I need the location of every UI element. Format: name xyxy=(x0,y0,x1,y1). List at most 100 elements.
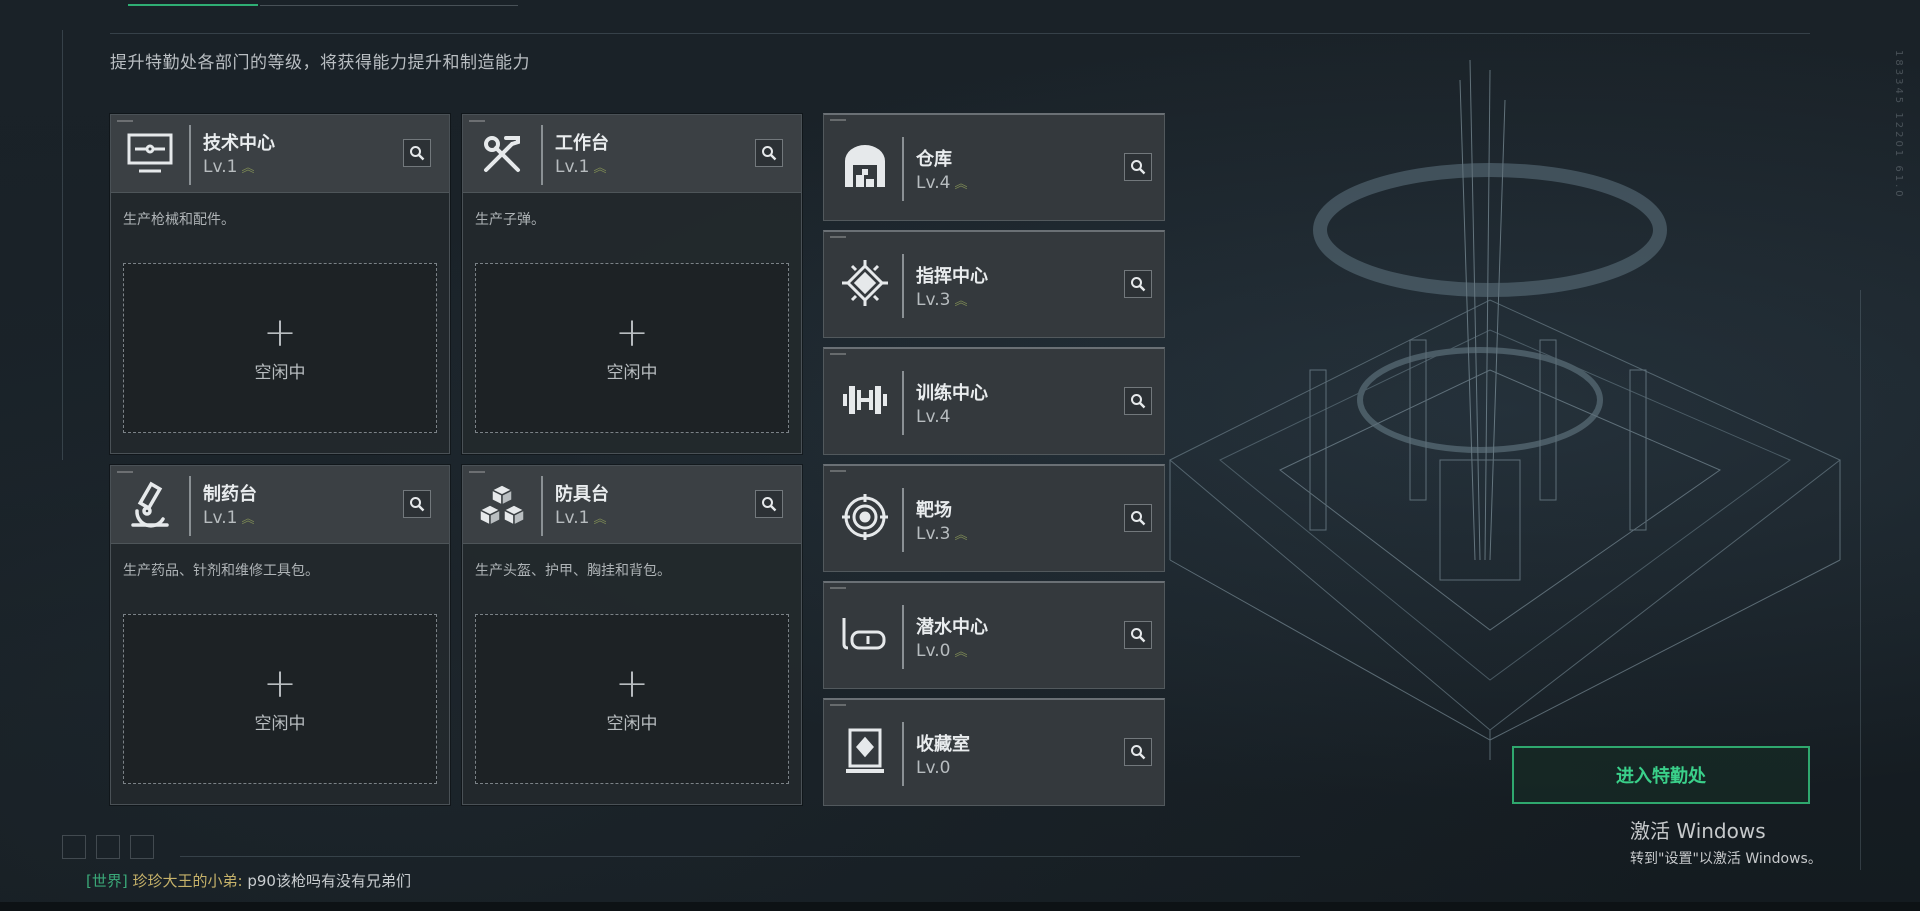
upgrade-chevron-icon: ︽ xyxy=(593,512,606,527)
card-name: 制药台 xyxy=(203,484,257,505)
chat-message[interactable]: [世界] 珍珍大王的小弟: p90该枪吗有没有兄弟们 xyxy=(86,870,411,891)
facility-training-center[interactable]: 训练中心 Lv.4 xyxy=(823,347,1165,455)
windows-activation-watermark: 激活 Windows 转到"设置"以激活 Windows。 xyxy=(1630,815,1822,868)
frame-bottom-line xyxy=(180,856,1300,857)
slot-status: 空闲中 xyxy=(254,362,306,383)
card-level: Lv.1 ︽ xyxy=(555,157,606,177)
facility-command-center[interactable]: 指挥中心 Lv.3 ︽ xyxy=(823,230,1165,338)
search-button[interactable] xyxy=(755,490,783,518)
search-button[interactable] xyxy=(1124,270,1152,298)
header-divider xyxy=(902,137,904,201)
search-icon xyxy=(1131,628,1146,643)
card-level: Lv.1 ︽ xyxy=(203,508,254,528)
card-name: 防具台 xyxy=(555,484,609,505)
card-description: 生产药品、针剂和维修工具包。 xyxy=(123,563,319,579)
facility-level: Lv.0 xyxy=(916,758,951,778)
card-name: 工作台 xyxy=(555,133,609,154)
search-button[interactable] xyxy=(1124,738,1152,766)
search-icon xyxy=(1131,745,1146,760)
enter-special-ops-button[interactable]: 进入特勤处 xyxy=(1512,746,1810,804)
header-divider xyxy=(189,125,191,185)
search-button[interactable] xyxy=(1124,504,1152,532)
diving-mask-icon xyxy=(838,607,892,661)
search-button[interactable] xyxy=(755,139,783,167)
display-case-icon xyxy=(838,724,892,778)
side-decoration-text: 183345 12201 61.0 xyxy=(1893,50,1904,200)
page-subtitle: 提升特勤处各部门的等级，将获得能力提升和制造能力 xyxy=(110,53,530,73)
upgrade-chevron-icon: ︽ xyxy=(241,512,254,527)
upgrade-chevron-icon: ︽ xyxy=(954,294,967,309)
card-workbench[interactable]: 工作台 Lv.1 ︽ 生产子弹。 + 空闲中 xyxy=(462,114,802,454)
production-slot[interactable]: + 空闲中 xyxy=(123,263,437,433)
facility-level: Lv.3 ︽ xyxy=(916,524,967,544)
upgrade-chevron-icon: ︽ xyxy=(954,177,967,192)
search-icon xyxy=(1131,394,1146,409)
facility-level: Lv.4 xyxy=(916,407,951,427)
search-icon xyxy=(1131,511,1146,526)
upgrade-chevron-icon: ︽ xyxy=(954,528,967,543)
target-icon xyxy=(838,490,892,544)
bottom-bar xyxy=(0,902,1920,911)
card-description: 生产枪械和配件。 xyxy=(123,212,235,228)
inactive-tab-indicator[interactable] xyxy=(260,0,518,6)
card-description: 生产子弹。 xyxy=(475,212,545,228)
facility-diving-center[interactable]: 潜水中心 Lv.0 ︽ xyxy=(823,581,1165,689)
card-level: Lv.1 ︽ xyxy=(555,508,606,528)
header-divider xyxy=(189,476,191,536)
dumbbell-icon xyxy=(838,373,892,427)
header-divider xyxy=(902,488,904,552)
warehouse-icon xyxy=(838,139,892,193)
facility-collection-room[interactable]: 收藏室 Lv.0 xyxy=(823,698,1165,806)
facility-level: Lv.0 ︽ xyxy=(916,641,967,661)
facility-wireframe-illustration xyxy=(1169,59,1841,760)
frame-top-line xyxy=(110,33,1810,34)
chip-icon xyxy=(838,256,892,310)
card-name: 技术中心 xyxy=(203,133,275,154)
facility-name: 训练中心 xyxy=(916,383,988,404)
facility-name: 仓库 xyxy=(916,149,952,170)
production-slot[interactable]: + 空闲中 xyxy=(475,614,789,784)
header-divider xyxy=(541,125,543,185)
header-divider xyxy=(902,605,904,669)
plus-icon: + xyxy=(615,309,649,356)
facility-level: Lv.3 ︽ xyxy=(916,290,967,310)
card-pharmacy[interactable]: 制药台 Lv.1 ︽ 生产药品、针剂和维修工具包。 + 空闲中 xyxy=(110,465,450,805)
facility-name: 指挥中心 xyxy=(916,266,988,287)
search-icon xyxy=(762,497,777,512)
upgrade-chevron-icon: ︽ xyxy=(241,161,254,176)
facility-name: 靶场 xyxy=(916,500,952,521)
header-divider xyxy=(902,371,904,435)
decor-square xyxy=(130,835,154,859)
card-description: 生产头盔、护甲、胸挂和背包。 xyxy=(475,563,671,579)
production-slot[interactable]: + 空闲中 xyxy=(475,263,789,433)
search-icon xyxy=(410,146,425,161)
production-slot[interactable]: + 空闲中 xyxy=(123,614,437,784)
header-divider xyxy=(902,254,904,318)
search-button[interactable] xyxy=(1124,153,1152,181)
decor-square xyxy=(62,835,86,859)
card-tech-center[interactable]: 技术中心 Lv.1 ︽ 生产枪械和配件。 + 空闲中 xyxy=(110,114,450,454)
facility-shooting-range[interactable]: 靶场 Lv.3 ︽ xyxy=(823,464,1165,572)
search-button[interactable] xyxy=(403,490,431,518)
facility-warehouse[interactable]: 仓库 Lv.4 ︽ xyxy=(823,113,1165,221)
search-button[interactable] xyxy=(403,139,431,167)
card-header: 工作台 Lv.1 ︽ xyxy=(463,115,801,193)
search-button[interactable] xyxy=(1124,387,1152,415)
search-button[interactable] xyxy=(1124,621,1152,649)
header-divider xyxy=(902,722,904,786)
card-armor-bench[interactable]: 防具台 Lv.1 ︽ 生产头盔、护甲、胸挂和背包。 + 空闲中 xyxy=(462,465,802,805)
header-divider xyxy=(541,476,543,536)
search-icon xyxy=(1131,160,1146,175)
active-tab-indicator[interactable] xyxy=(128,0,258,6)
card-header: 技术中心 Lv.1 ︽ xyxy=(111,115,449,193)
search-icon xyxy=(762,146,777,161)
frame-right-line xyxy=(1860,290,1861,870)
search-icon xyxy=(410,497,425,512)
activation-title: 激活 Windows xyxy=(1630,819,1766,843)
chat-sender: 珍珍大王的小弟: xyxy=(132,872,243,890)
card-header: 制药台 Lv.1 ︽ xyxy=(111,466,449,544)
cubes-icon xyxy=(475,478,529,532)
card-level: Lv.1 ︽ xyxy=(203,157,254,177)
card-header: 防具台 Lv.1 ︽ xyxy=(463,466,801,544)
activation-subtitle: 转到"设置"以激活 Windows。 xyxy=(1630,851,1822,867)
